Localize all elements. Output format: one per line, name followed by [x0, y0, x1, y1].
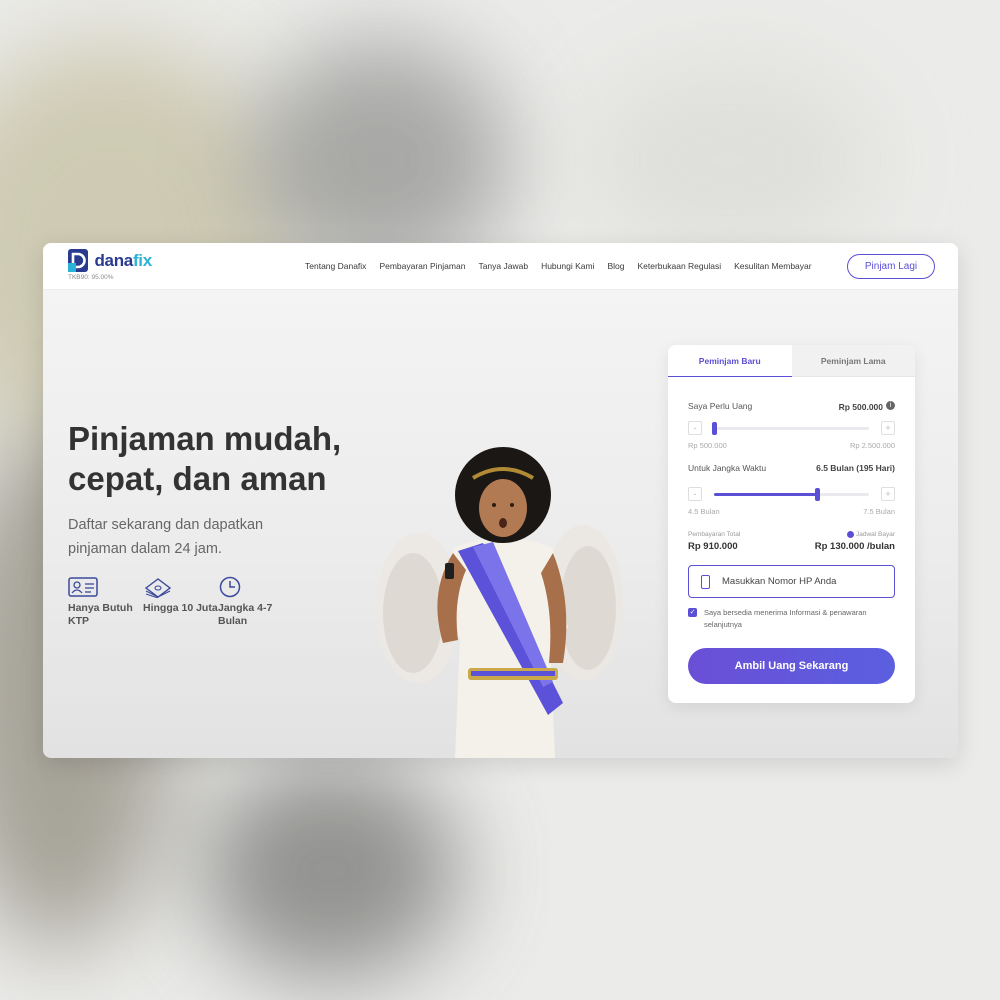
- schedule-value: Rp 130.000 /bulan: [814, 541, 895, 553]
- total-payment-value: Rp 910.000: [688, 541, 738, 552]
- amount-row: Saya Perlu Uang Rp 500.000 i: [688, 397, 895, 415]
- feature-label: Hingga 10 Juta: [143, 602, 218, 614]
- info-icon[interactable]: i: [886, 401, 895, 411]
- hero-title: Pinjaman mudah, cepat, dan aman: [68, 420, 342, 497]
- total-payment-label: Pembayaran Total: [688, 531, 741, 538]
- consent-text: Saya bersedia menerima Informasi & penaw…: [704, 608, 867, 629]
- nav-tanya-jawab[interactable]: Tanya Jawab: [478, 261, 528, 271]
- logo-d-icon: [68, 249, 88, 272]
- amount-range: Rp 500.000 Rp 2.500.000: [688, 441, 895, 450]
- phone-placeholder: Masukkan Nomor HP Anda: [722, 576, 837, 587]
- background-blur: [580, 60, 880, 260]
- main-nav: Tentang Danafix Pembayaran Pinjaman Tany…: [305, 261, 812, 271]
- consent-checkbox[interactable]: ✓: [688, 608, 697, 617]
- amount-min: Rp 500.000: [688, 441, 727, 450]
- nav-tentang-danafix[interactable]: Tentang Danafix: [305, 261, 366, 271]
- term-slider-fill: [714, 493, 818, 496]
- term-slider-handle[interactable]: [815, 488, 821, 501]
- tab-peminjam-baru[interactable]: Peminjam Baru: [668, 345, 792, 377]
- feature-label: Jangka 4-7 Bulan: [218, 602, 273, 627]
- nav-blog[interactable]: Blog: [607, 261, 624, 271]
- loan-calculator: Peminjam Baru Peminjam Lama Saya Perlu U…: [668, 345, 915, 703]
- amount-slider-track[interactable]: [712, 422, 869, 435]
- website-window: danafix TKB90: 95.00% Tentang Danafix Pe…: [43, 243, 958, 758]
- background-blur: [200, 760, 460, 980]
- amount-label: Saya Perlu Uang: [688, 401, 753, 411]
- term-increase-button[interactable]: +: [881, 487, 895, 501]
- term-row: Untuk Jangka Waktu 6.5 Bulan (195 Hari): [688, 463, 895, 473]
- amount-increase-button[interactable]: +: [881, 421, 895, 435]
- feature-amount: Hingga 10 Juta: [143, 576, 218, 628]
- feature-term: Jangka 4-7 Bulan: [218, 576, 293, 628]
- nav-pembayaran-pinjaman[interactable]: Pembayaran Pinjaman: [379, 261, 465, 271]
- nav-kesulitan-membayar[interactable]: Kesulitan Membayar: [734, 261, 811, 271]
- amount-decrease-button[interactable]: -: [688, 421, 702, 435]
- site-header: danafix TKB90: 95.00% Tentang Danafix Pe…: [43, 243, 958, 290]
- money-stack-icon: [144, 578, 172, 598]
- term-min: 4.5 Bulan: [688, 507, 720, 516]
- term-decrease-button[interactable]: -: [688, 487, 702, 501]
- term-slider: - +: [688, 487, 895, 501]
- nav-keterbukaan-regulasi[interactable]: Keterbukaan Regulasi: [637, 261, 721, 271]
- hero-person-illustration: [376, 447, 623, 758]
- nav-hubungi-kami[interactable]: Hubungi Kami: [541, 261, 594, 271]
- payment-schedule: Jadwal Bayar Rp 130.000 /bulan: [815, 531, 895, 552]
- amount-slider: - +: [688, 421, 895, 435]
- term-value: 6.5 Bulan (195 Hari): [816, 463, 895, 473]
- clock-icon: [219, 576, 241, 598]
- feature-ktp: Hanya Butuh KTP: [68, 576, 143, 628]
- term-label: Untuk Jangka Waktu: [688, 463, 767, 473]
- pinjam-lagi-button[interactable]: Pinjam Lagi: [847, 254, 935, 279]
- payment-summary: Pembayaran Total Rp 910.000 Jadwal Bayar…: [688, 531, 895, 552]
- amount-value: Rp 500.000: [838, 402, 883, 412]
- tab-peminjam-lama[interactable]: Peminjam Lama: [791, 345, 915, 377]
- schedule-info-icon[interactable]: [846, 531, 854, 538]
- feature-label: Hanya Butuh KTP: [68, 602, 133, 627]
- hero-subtitle: Daftar sekarang dan dapatkan pinjaman da…: [68, 517, 264, 557]
- term-slider-track[interactable]: [714, 488, 869, 501]
- schedule-label: Jadwal Bayar: [855, 531, 895, 539]
- amount-max: Rp 2.500.000: [849, 441, 895, 450]
- id-card-icon: [68, 577, 98, 597]
- term-range: 4.5 Bulan 7.5 Bulan: [688, 507, 895, 516]
- total-payment: Pembayaran Total Rp 910.000: [688, 531, 740, 552]
- phone-icon: [701, 574, 710, 589]
- amount-slider-handle[interactable]: [712, 422, 717, 435]
- brand-name-part2: fix: [132, 250, 152, 270]
- consent-row: ✓ Saya bersedia menerima Informasi & pen…: [688, 607, 895, 631]
- ambil-uang-sekarang-button[interactable]: Ambil Uang Sekarang: [688, 648, 895, 684]
- brand-name-part1: dana: [94, 250, 133, 270]
- calculator-tabs: Peminjam Baru Peminjam Lama: [668, 345, 915, 377]
- term-max: 7.5 Bulan: [863, 507, 895, 516]
- feature-list: Hanya Butuh KTP Hingga 10 Juta Jangka 4-…: [68, 576, 293, 628]
- tkb-rate: TKB90: 95.00%: [68, 274, 114, 281]
- brand-name: danafix: [94, 250, 152, 271]
- brand-logo[interactable]: danafix: [68, 249, 152, 272]
- phone-number-field[interactable]: Masukkan Nomor HP Anda: [688, 565, 895, 598]
